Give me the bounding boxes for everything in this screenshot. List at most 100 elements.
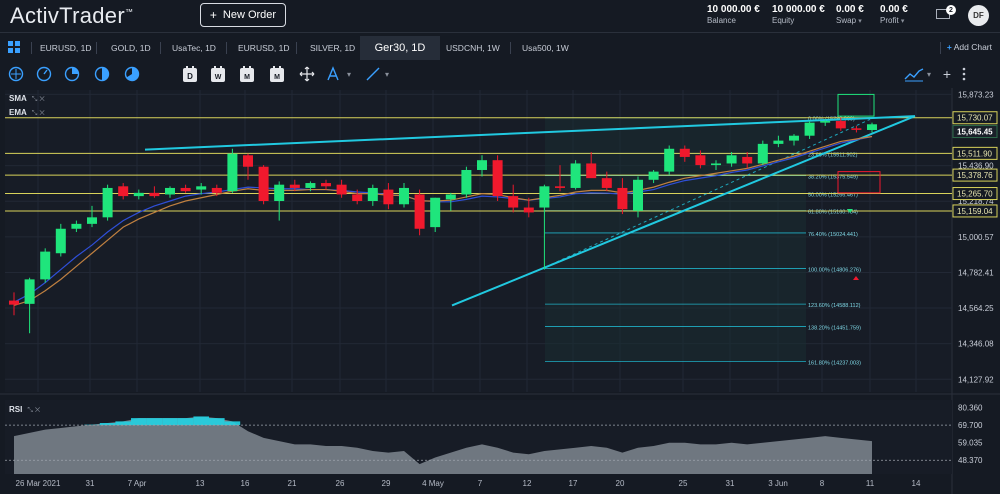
svg-text:D: D: [187, 72, 193, 81]
timer-icon[interactable]: [123, 65, 141, 83]
candle-body: [289, 184, 300, 188]
candle-body: [243, 155, 253, 167]
candle: [570, 160, 581, 190]
candle-body: [133, 192, 144, 197]
rsi-overbought-fill: [177, 418, 194, 426]
rsi-axis-label: 48.370: [958, 456, 983, 465]
rsi-axis-label: 59.035: [958, 439, 983, 448]
candle-body: [820, 121, 831, 123]
candle-body: [648, 171, 659, 180]
y-tick-label: 14,782.41: [958, 268, 994, 277]
candle-body: [445, 194, 456, 200]
candle-body: [414, 194, 425, 229]
activtrader-logo[interactable]: ActivTrader™: [10, 3, 133, 29]
tab-gold-1d[interactable]: GOLD, 1D: [111, 36, 151, 60]
rsi-overbought-fill: [209, 418, 225, 426]
candle-body: [149, 192, 160, 197]
plus-icon[interactable]: +: [941, 65, 953, 83]
tab-eurusd-1d[interactable]: EURUSD, 1D: [40, 36, 91, 60]
tab-usdcnh-1w[interactable]: USDCNH, 1W: [446, 36, 500, 60]
profit-stat[interactable]: 0.00 € Profit ▾: [880, 4, 908, 25]
x-tick-label: 25: [679, 479, 688, 488]
y-tick-label: 14,564.25: [958, 304, 994, 313]
crosshair-move-icon[interactable]: [298, 65, 316, 83]
candle-body: [633, 179, 643, 211]
rsi-axis-label: 69.700: [958, 421, 983, 430]
line-draw-icon[interactable]: [364, 65, 382, 83]
sma-indicator-label[interactable]: SMA ⤡ ✕: [9, 94, 45, 104]
candle-body: [492, 160, 503, 197]
rsi-overbought-fill: [224, 421, 241, 426]
app-header: ActivTrader™ + New Order 10 000.00 € Balan…: [0, 0, 1000, 33]
candle: [414, 189, 425, 236]
fibonacci-label: 123.60% (14588.112): [808, 303, 861, 309]
candle-body: [367, 187, 378, 202]
candle-body: [336, 184, 347, 195]
price-tag-label: 15,645.45: [957, 128, 993, 137]
chart-toolbar: D W M M ▾ ▾ ▾ +: [0, 62, 1000, 86]
cycle-icon[interactable]: [35, 65, 53, 83]
day-period-button[interactable]: D: [181, 65, 199, 83]
settings-dots-icon[interactable]: [958, 65, 970, 83]
x-tick-label: 8: [820, 479, 825, 488]
x-tick-label: 26 Mar 2021: [16, 479, 61, 488]
layout-grid-icon[interactable]: [8, 41, 20, 53]
tab-usa500-1w[interactable]: Usa500, 1W: [522, 36, 569, 60]
candle-body: [508, 196, 519, 208]
candle-body: [71, 223, 82, 229]
svg-text:M: M: [274, 74, 280, 81]
month-calendar-icon[interactable]: M: [268, 65, 286, 83]
candle-body: [586, 163, 597, 179]
avatar[interactable]: DF: [968, 5, 989, 26]
candle-body: [570, 163, 581, 188]
ema-indicator-label[interactable]: EMA ⤡ ✕: [9, 108, 45, 118]
rsi-overbought-fill: [162, 418, 178, 426]
tab-ger30-1d[interactable]: Ger30, 1D: [360, 36, 440, 60]
rsi-overbought-fill: [193, 416, 209, 426]
candle-body: [867, 124, 877, 130]
month-period-button[interactable]: M: [238, 65, 256, 83]
x-tick-label: 26: [336, 479, 345, 488]
week-period-button[interactable]: W: [209, 65, 227, 83]
candle-body: [742, 156, 753, 164]
notification-badge: 2: [946, 5, 956, 15]
swap-stat[interactable]: 0.00 € Swap ▾: [836, 4, 864, 25]
x-tick-label: 12: [523, 479, 532, 488]
rsi-indicator-label[interactable]: RSI ⤡ ✕: [9, 405, 40, 415]
svg-text:W: W: [215, 74, 222, 81]
fibonacci-label: 161.80% (14237.003): [808, 360, 861, 366]
new-order-button[interactable]: + New Order: [200, 3, 286, 27]
tab-usatec-1d[interactable]: UsaTec, 1D: [172, 36, 216, 60]
crosshair-icon[interactable]: [7, 65, 25, 83]
candle-body: [757, 143, 768, 164]
chevron-down-icon[interactable]: ▾: [382, 65, 392, 83]
candle-body: [773, 140, 784, 144]
pie-icon[interactable]: [63, 65, 81, 83]
candle-body: [430, 197, 441, 228]
candle-body: [227, 153, 238, 192]
fib-arc-icon[interactable]: [326, 65, 344, 83]
x-tick-label: 31: [726, 479, 735, 488]
price-tag-label: 15,730.07: [957, 114, 993, 123]
candle-body: [87, 217, 97, 224]
tab-silver-1d[interactable]: SILVER, 1D: [310, 36, 355, 60]
candle-body: [211, 187, 222, 193]
add-chart-button[interactable]: + Add Chart: [947, 42, 992, 52]
price-chart[interactable]: 26 Mar 2021 31 7 Apr 13 16 21 26 29 4 May 7 12 17 20…: [0, 88, 1000, 494]
chevron-down-icon[interactable]: ▾: [344, 65, 354, 83]
candle-body: [617, 187, 628, 210]
candle: [430, 197, 441, 233]
trend-chart-icon[interactable]: [904, 65, 924, 83]
x-tick-label: 11: [866, 479, 875, 488]
y-tick-label: 14,346.08: [958, 340, 994, 349]
candle-body: [789, 135, 799, 141]
rsi-axis-label: 80.360: [958, 404, 983, 413]
moon-icon[interactable]: [93, 65, 111, 83]
plus-icon: +: [209, 8, 217, 22]
balance-stat: 10 000.00 € Balance: [707, 4, 760, 25]
x-tick-label: 7 Apr: [128, 479, 147, 488]
x-tick-label: 4 May: [422, 479, 444, 488]
tab-eurusd-1d-2[interactable]: EURUSD, 1D: [238, 36, 289, 60]
chevron-down-icon[interactable]: ▾: [924, 65, 934, 83]
fibonacci-label: 138.20% (14451.759): [808, 325, 861, 331]
